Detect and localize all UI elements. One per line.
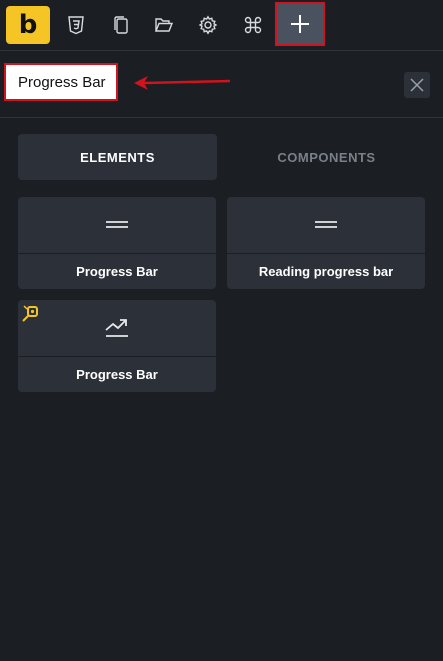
plus-icon bbox=[291, 15, 309, 33]
clear-search-button[interactable] bbox=[404, 72, 430, 98]
card-label: Reading progress bar bbox=[258, 264, 394, 279]
horizontal-lines-icon bbox=[106, 221, 128, 228]
folder-open-icon[interactable] bbox=[147, 8, 181, 42]
card-icon-area bbox=[18, 197, 216, 254]
trend-line-icon bbox=[105, 319, 128, 337]
add-element-button[interactable] bbox=[275, 2, 325, 46]
card-label: Progress Bar bbox=[76, 367, 158, 382]
search-input[interactable]: Progress Bar bbox=[4, 63, 118, 101]
annotation-arrow bbox=[134, 76, 231, 90]
tab-components[interactable]: COMPONENTS bbox=[227, 134, 426, 180]
tab-elements[interactable]: ELEMENTS bbox=[18, 134, 217, 180]
element-card-progress-bar-thirdparty[interactable]: Progress Bar bbox=[18, 300, 216, 392]
top-toolbar: b bbox=[0, 0, 443, 51]
css3-icon[interactable] bbox=[59, 8, 93, 42]
element-card-reading-progress-bar[interactable]: Reading progress bar bbox=[227, 197, 425, 289]
horizontal-lines-icon bbox=[315, 221, 337, 228]
pages-icon[interactable] bbox=[104, 8, 138, 42]
command-icon[interactable] bbox=[236, 8, 270, 42]
search-bar: Progress Bar bbox=[0, 51, 443, 118]
card-label: Progress Bar bbox=[76, 264, 158, 279]
element-card-progress-bar[interactable]: Progress Bar bbox=[18, 197, 216, 289]
settings-gear-icon[interactable] bbox=[191, 8, 225, 42]
close-icon bbox=[410, 78, 424, 92]
card-icon-area bbox=[18, 300, 216, 357]
element-tabs: ELEMENTS COMPONENTS bbox=[18, 134, 436, 180]
bricks-logo[interactable]: b bbox=[6, 6, 50, 44]
card-icon-area bbox=[227, 197, 425, 254]
